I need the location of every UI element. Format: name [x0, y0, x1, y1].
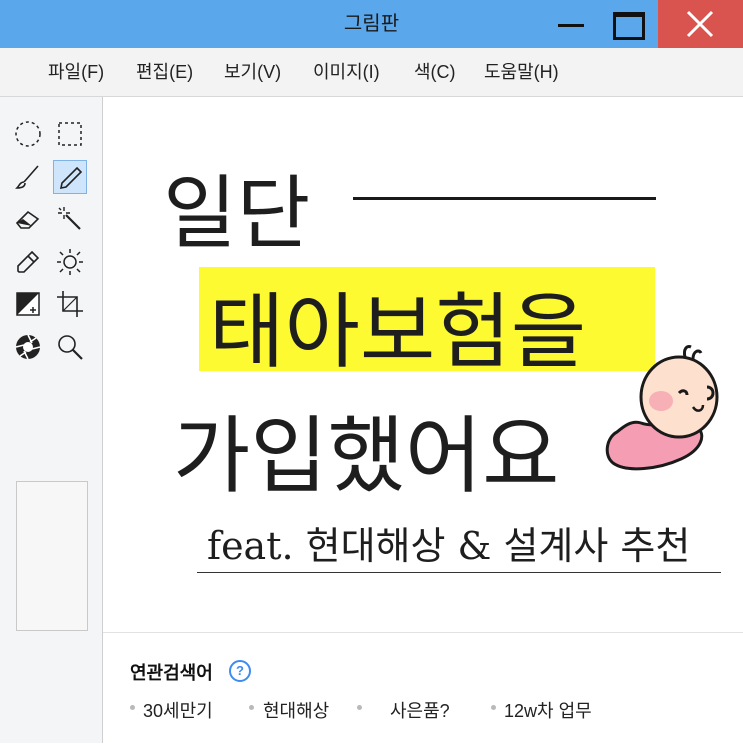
tool-rect-select[interactable] — [53, 117, 87, 151]
headline-rule — [353, 197, 656, 200]
maximize-icon — [613, 12, 645, 40]
related-tag[interactable]: 30세만기 — [143, 697, 213, 723]
tool-contrast[interactable] — [11, 287, 45, 321]
crop-icon — [57, 291, 83, 317]
related-tag[interactable]: 현대해상 — [263, 697, 329, 723]
menu-edit[interactable]: 편집(E) — [136, 48, 193, 96]
rect-select-icon — [58, 122, 82, 146]
menu-bar: 파일(F) 편집(E) 보기(V) 이미지(I) 색(C) 도움말(H) — [0, 48, 743, 97]
tool-ellipse-select[interactable] — [11, 117, 45, 151]
subtitle: feat. 현대해상 & 설계사 추천 — [207, 524, 691, 568]
tool-brush[interactable] — [11, 160, 45, 194]
maximize-button[interactable] — [602, 0, 654, 48]
related-searches: 연관검색어 ? 30세만기 현대해상 사은품? 12w차 업무 — [103, 632, 743, 744]
tool-aperture[interactable] — [11, 330, 45, 364]
tag-bullet — [491, 705, 496, 710]
brush-icon — [15, 165, 39, 189]
menu-file[interactable]: 파일(F) — [48, 48, 104, 96]
eyedropper-icon — [17, 250, 40, 273]
headline-line1: 일단 — [163, 167, 311, 260]
related-tag[interactable]: 사은품? — [390, 697, 450, 723]
tool-pencil[interactable] — [53, 160, 87, 194]
baby-illustration — [605, 345, 719, 471]
related-title: 연관검색어 — [130, 663, 213, 683]
zoom-icon — [58, 335, 83, 360]
menu-view[interactable]: 보기(V) — [224, 48, 281, 96]
minimize-icon — [558, 24, 584, 27]
eraser-icon — [15, 210, 40, 229]
headline-line3: 가입했어요 — [173, 407, 560, 505]
tool-brightness[interactable] — [53, 245, 87, 279]
ellipse-select-icon — [15, 121, 41, 147]
tool-zoom[interactable] — [53, 330, 87, 364]
aperture-icon — [15, 334, 41, 360]
close-icon — [686, 10, 714, 38]
tag-bullet — [130, 705, 135, 710]
help-icon[interactable]: ? — [229, 660, 251, 682]
tool-eraser[interactable] — [11, 202, 45, 236]
menu-image[interactable]: 이미지(I) — [313, 48, 380, 96]
menu-color[interactable]: 색(C) — [414, 48, 456, 96]
tag-bullet — [357, 705, 362, 710]
headline-line2: 태아보험을 — [209, 285, 587, 380]
tool-eyedropper[interactable] — [11, 245, 45, 279]
pencil-icon — [59, 166, 83, 190]
tag-bullet — [249, 705, 254, 710]
contrast-icon — [16, 292, 40, 316]
menu-help[interactable]: 도움말(H) — [484, 48, 559, 96]
close-button[interactable] — [658, 0, 743, 48]
tool-crop[interactable] — [53, 287, 87, 321]
tool-magic-wand[interactable] — [53, 202, 87, 236]
magic-wand-icon — [58, 207, 81, 230]
title-bar: 그림판 — [0, 0, 743, 48]
tool-panel — [0, 97, 103, 743]
minimize-button[interactable] — [545, 0, 597, 48]
subtitle-underline — [197, 572, 721, 573]
related-tag[interactable]: 12w차 업무 — [504, 697, 592, 723]
color-palette[interactable] — [16, 481, 88, 631]
brightness-icon — [57, 249, 83, 275]
